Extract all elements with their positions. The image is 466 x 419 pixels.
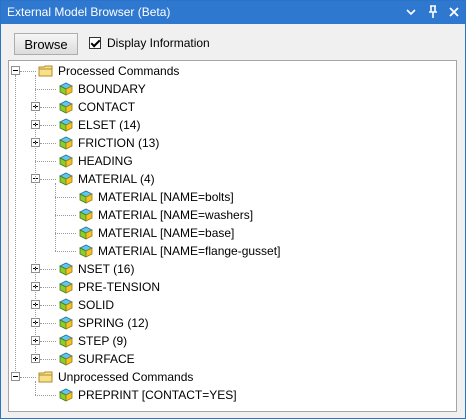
tree-node-unprocessed-commands[interactable]: Unprocessed Commands xyxy=(58,368,193,386)
tree-node-command[interactable]: PREPRINT [CONTACT=YES] xyxy=(78,386,237,404)
toolbar: Browse Display Information xyxy=(1,24,465,60)
tree-connector-line xyxy=(40,323,56,324)
title-bar: External Model Browser (Beta) xyxy=(1,1,465,24)
window-title: External Model Browser (Beta) xyxy=(7,5,171,19)
collapse-icon[interactable] xyxy=(11,66,20,75)
tree-node-label: PRE-TENSION xyxy=(78,280,161,294)
tree-node-command[interactable]: SURFACE xyxy=(78,350,135,368)
tree-node-label: BOUNDARY xyxy=(78,82,146,96)
cube-icon xyxy=(58,171,74,187)
tree-connector-line xyxy=(35,395,56,396)
folder-icon xyxy=(38,369,54,385)
tree-connector-line xyxy=(35,381,36,395)
tree-connector-line xyxy=(40,179,56,180)
cube-icon xyxy=(58,81,74,97)
tree-node-label: SURFACE xyxy=(78,352,135,366)
tree-node-command[interactable]: NSET (16) xyxy=(78,260,134,278)
tree-connector-line xyxy=(40,359,56,360)
tree-node-command[interactable]: HEADING xyxy=(78,152,133,170)
tree-node-label: STEP (9) xyxy=(78,334,128,348)
tree-connector-line xyxy=(40,287,56,288)
tree-node-label: SOLID xyxy=(78,298,115,312)
cube-icon xyxy=(78,207,94,223)
checkbox-checked-icon[interactable] xyxy=(89,37,101,49)
tree-node-command[interactable]: MATERIAL [NAME=bolts] xyxy=(98,188,234,206)
tree-node-label: ELSET (14) xyxy=(78,118,141,132)
tree-connector-line xyxy=(35,161,56,162)
tree-node-label: MATERIAL [NAME=base] xyxy=(98,226,235,240)
tree-node-label: NSET (16) xyxy=(78,262,135,276)
tree-node-command[interactable]: SPRING (12) xyxy=(78,314,149,332)
tree-node-label: SPRING (12) xyxy=(78,316,149,330)
tree-node-label: Processed Commands xyxy=(58,64,180,78)
tree-connector-line xyxy=(40,269,56,270)
tree-node-command[interactable]: MATERIAL [NAME=flange-gusset] xyxy=(98,242,280,260)
tree-node-label: HEADING xyxy=(78,154,133,168)
tree-node-command[interactable]: MATERIAL [NAME=base] xyxy=(98,224,234,242)
cube-icon xyxy=(58,261,74,277)
tree-connector-line xyxy=(55,233,76,234)
cube-icon xyxy=(78,225,94,241)
tree-node-command[interactable]: MATERIAL [NAME=washers] xyxy=(98,206,253,224)
tree-connector-line xyxy=(35,89,56,90)
command-tree[interactable]: Processed Commands BOUNDARY CONTACT ELSET (… xyxy=(8,60,457,412)
cube-icon xyxy=(58,351,74,367)
cube-icon xyxy=(58,153,74,169)
collapse-icon[interactable] xyxy=(11,372,20,381)
tree-connector-line xyxy=(55,215,76,216)
cube-icon xyxy=(58,117,74,133)
tree-connector-line xyxy=(20,377,36,378)
tree-node-command[interactable]: ELSET (14) xyxy=(78,116,140,134)
folder-icon xyxy=(38,63,54,79)
tree-connector-line xyxy=(35,75,36,359)
tree-connector-line xyxy=(55,251,76,252)
tree-connector-line xyxy=(20,71,36,72)
cube-icon xyxy=(78,243,94,259)
cube-icon xyxy=(58,279,74,295)
external-model-browser-window: External Model Browser (Beta) Browse Dis… xyxy=(0,0,466,419)
tree-node-label: MATERIAL (4) xyxy=(78,172,155,186)
display-information-checkbox[interactable]: Display Information xyxy=(89,36,210,50)
tree-node-command[interactable]: SOLID xyxy=(78,296,114,314)
tree-connector-line xyxy=(40,305,56,306)
tree-node-command[interactable]: CONTACT xyxy=(78,98,135,116)
cube-icon xyxy=(58,135,74,151)
tree-node-label: MATERIAL [NAME=washers] xyxy=(98,208,254,222)
dropdown-menu-icon[interactable] xyxy=(403,4,419,20)
tree-node-label: PREPRINT [CONTACT=YES] xyxy=(78,388,237,402)
tree-connector-line xyxy=(15,75,16,373)
cube-icon xyxy=(58,333,74,349)
cube-icon xyxy=(58,315,74,331)
cube-icon xyxy=(78,189,94,205)
browse-button[interactable]: Browse xyxy=(14,33,78,55)
cube-icon xyxy=(58,297,74,313)
tree-connector-line xyxy=(40,143,56,144)
tree-node-label: MATERIAL [NAME=bolts] xyxy=(98,190,234,204)
tree-node-command[interactable]: BOUNDARY xyxy=(78,80,146,98)
tree-node-label: Unprocessed Commands xyxy=(58,370,194,384)
tree-connector-line xyxy=(40,341,56,342)
tree-node-command[interactable]: STEP (9) xyxy=(78,332,127,350)
tree-node-command[interactable]: MATERIAL (4) xyxy=(78,170,155,188)
close-icon[interactable] xyxy=(446,4,462,20)
cube-icon xyxy=(58,387,74,403)
tree-connector-line xyxy=(55,197,76,198)
tree-node-label: MATERIAL [NAME=flange-gusset] xyxy=(98,244,281,258)
cube-icon xyxy=(58,99,74,115)
tree-connector-line xyxy=(40,125,56,126)
tree-node-command[interactable]: FRICTION (13) xyxy=(78,134,159,152)
pin-icon[interactable] xyxy=(425,4,441,20)
display-information-label: Display Information xyxy=(107,36,210,50)
tree-connector-line xyxy=(55,183,56,251)
tree-node-label: FRICTION (13) xyxy=(78,136,160,150)
tree-node-processed-commands[interactable]: Processed Commands xyxy=(58,62,179,80)
tree-node-command[interactable]: PRE-TENSION xyxy=(78,278,160,296)
tree-node-label: CONTACT xyxy=(78,100,136,114)
tree-connector-line xyxy=(40,107,56,108)
